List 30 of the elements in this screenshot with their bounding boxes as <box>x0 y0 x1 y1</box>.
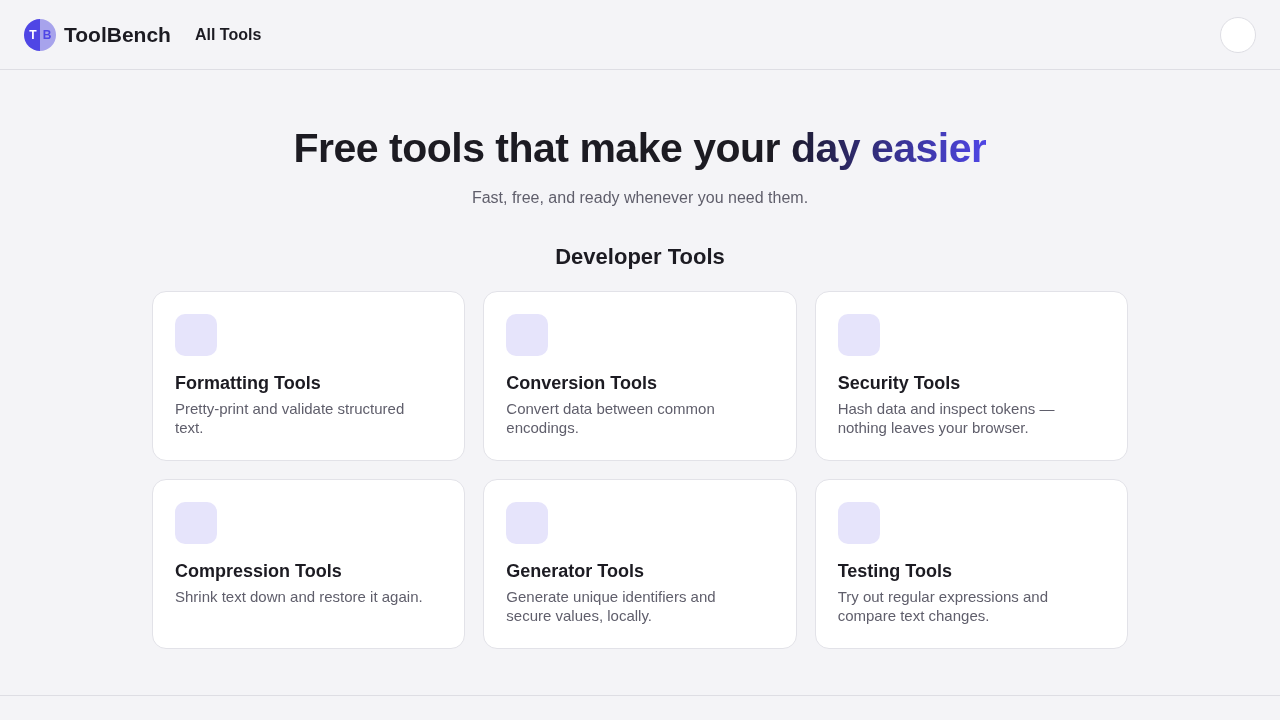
tool-category-card[interactable]: Testing Tools Try out regular expressions and compare text changes. <box>814 479 1128 649</box>
card-description: Convert data between common encodings. <box>506 399 716 437</box>
card-title: Conversion Tools <box>506 372 657 394</box>
blank-tile-icon <box>837 502 880 544</box>
card-description: Generate unique identifiers and secure values, locally. <box>506 587 717 625</box>
tool-category-card[interactable]: Security Tools Hash data and inspect tokens — nothing leaves your browser. <box>814 291 1128 461</box>
card-description: Shrink text down and restore it again. <box>175 587 424 606</box>
blank-tile-icon <box>506 314 549 356</box>
card-description: Try out regular expressions and compare text changes. <box>837 587 1050 625</box>
section-heading: Developer Tools <box>555 244 725 270</box>
card-title: Formatting Tools <box>175 372 321 394</box>
tool-category-card[interactable]: Generator Tools Generate unique identifiers and secure values, locally. <box>483 479 797 649</box>
blank-tile-icon <box>175 314 217 356</box>
hero-subtitle: Fast, free, and ready whenever you need them. <box>471 189 809 207</box>
tool-category-card[interactable]: Conversion Tools Convert data between common encodings. <box>483 291 797 461</box>
blank-tile-icon <box>175 502 217 544</box>
brand-name[interactable]: ToolBench <box>64 22 171 47</box>
card-description: Hash data and inspect tokens — nothing leaves your browser. <box>837 399 1056 437</box>
card-title: Security Tools <box>837 372 961 394</box>
card-description: Pretty-print and validate structured text. <box>175 399 406 437</box>
tool-category-card[interactable]: Compression Tools Shrink text down and restore it again. <box>152 479 466 649</box>
nav-link[interactable]: All Tools <box>194 25 262 44</box>
avatar-button[interactable] <box>1220 16 1256 53</box>
blank-tile-icon <box>837 314 880 356</box>
card-title: Compression Tools <box>175 560 342 582</box>
hero-heading: Free tools that make your day easier <box>293 124 987 173</box>
card-title: Testing Tools <box>837 560 952 582</box>
tool-category-card[interactable]: Formatting Tools Pretty-print and validate structured text. <box>152 291 466 461</box>
blank-tile-icon <box>506 502 549 544</box>
card-title: Generator Tools <box>506 560 645 582</box>
